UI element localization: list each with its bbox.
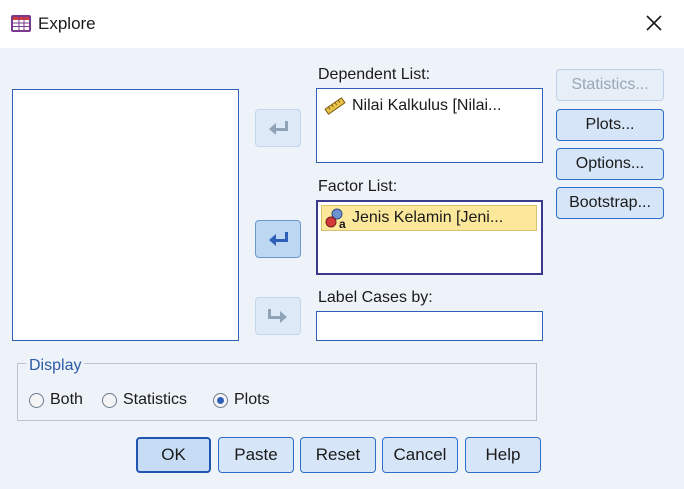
arrow-left-icon: [269, 121, 288, 135]
label-cases-label: Label Cases by:: [318, 289, 433, 307]
radio-statistics-indicator[interactable]: [102, 392, 117, 408]
radio-plots-indicator[interactable]: [213, 392, 228, 408]
radio-both[interactable]: Both: [29, 391, 83, 409]
factor-list-label: Factor List:: [318, 178, 397, 196]
options-button[interactable]: Options...: [556, 148, 664, 180]
arrow-left-icon: [269, 232, 288, 246]
help-button[interactable]: Help: [465, 437, 541, 473]
radio-plots-label: Plots: [234, 391, 270, 408]
factor-item-text: Jenis Kelamin [Jeni...: [352, 209, 504, 226]
window-title: Explore: [38, 14, 96, 33]
radio-both-indicator[interactable]: [29, 392, 44, 408]
dependent-list-label-text: Dependent List:: [318, 66, 431, 83]
arrow-right-icon: [268, 309, 287, 323]
move-to-factor-button[interactable]: [255, 220, 301, 258]
ok-button[interactable]: OK: [136, 437, 211, 473]
factor-list-label-text: Factor List:: [318, 178, 398, 195]
dependent-list-item[interactable]: Nilai Kalkulus [Nilai...: [324, 93, 538, 119]
statistics-button[interactable]: Statistics...: [556, 69, 664, 101]
display-group: [17, 363, 537, 421]
radio-plots[interactable]: Plots: [213, 391, 270, 409]
spss-table-icon: [11, 15, 31, 32]
move-to-dependent-button[interactable]: [255, 109, 301, 147]
move-to-label-cases-button[interactable]: [255, 297, 301, 335]
dependent-list-label: Dependent List:: [318, 66, 430, 84]
radio-statistics[interactable]: Statistics: [102, 391, 187, 409]
dependent-item-text: Nilai Kalkulus [Nilai...: [352, 97, 502, 114]
factor-list-item[interactable]: a Jenis Kelamin [Jeni...: [321, 205, 537, 231]
cancel-button[interactable]: Cancel: [382, 437, 458, 473]
display-legend: Display: [26, 357, 85, 375]
bootstrap-button[interactable]: Bootstrap...: [556, 187, 664, 219]
label-cases-field[interactable]: [316, 311, 543, 341]
radio-both-label: Both: [50, 391, 83, 408]
reset-button[interactable]: Reset: [300, 437, 376, 473]
ruler-scale-icon: [324, 97, 346, 115]
radio-statistics-label: Statistics: [123, 391, 188, 408]
nominal-variable-icon: a: [325, 208, 346, 229]
title-bar: Explore: [0, 0, 684, 48]
source-variable-list[interactable]: [12, 89, 239, 341]
paste-button[interactable]: Paste: [218, 437, 294, 473]
dialog-body: Dependent List: Nilai Kalkulus [Nilai...…: [0, 48, 684, 489]
close-icon[interactable]: [642, 11, 666, 35]
plots-button[interactable]: Plots...: [556, 109, 664, 141]
svg-text:a: a: [339, 217, 346, 229]
label-cases-label-text: Label Cases by:: [318, 289, 433, 306]
